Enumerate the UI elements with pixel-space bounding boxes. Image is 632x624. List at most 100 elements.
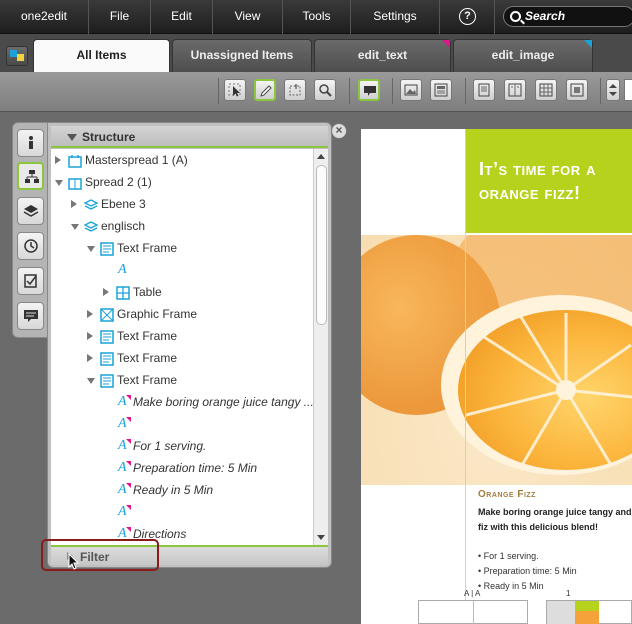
tree-row[interactable]: Masterspread 1 (A) [51, 149, 313, 171]
collapsed-triangle-icon[interactable] [87, 332, 93, 340]
image-view-button[interactable] [400, 79, 422, 101]
fit-icon [570, 83, 584, 97]
search-label: Search [525, 9, 566, 23]
app-menu[interactable]: one2edit [0, 0, 89, 34]
recipe-bullet: • For 1 serving. [478, 551, 539, 561]
menu-file[interactable]: File [89, 0, 151, 34]
menu-view[interactable]: View [213, 0, 283, 34]
zoom-tool-button[interactable] [314, 79, 336, 101]
history-panel-button[interactable] [17, 232, 44, 260]
tree-row[interactable]: A Make boring orange juice tangy ... [51, 391, 313, 413]
scroll-down-icon[interactable] [317, 535, 325, 540]
spread-view-button[interactable] [504, 79, 526, 101]
tree-row[interactable]: Ebene 3 [51, 193, 313, 215]
tab-unassigned-items[interactable]: Unassigned Items [172, 39, 312, 72]
thumbnail-masterspread[interactable] [418, 600, 528, 624]
tab-bar: All Items Unassigned Items edit_text edi… [0, 34, 632, 72]
edit-tool-button[interactable] [254, 79, 276, 101]
structure-panel-button[interactable] [17, 162, 44, 190]
tab-edit-image[interactable]: edit_image [453, 39, 593, 72]
thumbnail-label: A | A [464, 589, 481, 598]
text-icon: A [118, 457, 131, 479]
tasks-panel-button[interactable] [17, 267, 44, 295]
tree-row[interactable]: A [51, 501, 313, 523]
frame-select-icon [289, 84, 301, 96]
tree-row[interactable]: Spread 2 (1) [51, 171, 313, 193]
headline-line-2: orange fizz! [479, 183, 581, 203]
close-panel-icon[interactable]: × [331, 123, 347, 139]
expanded-triangle-icon[interactable] [87, 246, 95, 252]
comment-icon [24, 310, 38, 322]
tree-row[interactable]: A For 1 serving. [51, 435, 313, 457]
menu-edit[interactable]: Edit [151, 0, 213, 34]
tab-edit-text-label: edit_text [357, 48, 408, 62]
tree-row[interactable]: Graphic Frame [51, 303, 313, 325]
tree-row[interactable]: Text Frame [51, 347, 313, 369]
toolbar-divider [600, 78, 601, 104]
layout-icon [434, 83, 448, 97]
tree-row[interactable]: Text Frame [51, 325, 313, 347]
tree-row-label: Table [133, 285, 162, 299]
recipe-bullet: • Ready in 5 Min [478, 581, 544, 591]
help-menu[interactable]: ? [440, 0, 495, 34]
help-icon[interactable]: ? [459, 8, 476, 25]
tab-edit-text[interactable]: edit_text [314, 39, 451, 72]
text-frame-icon [100, 373, 114, 388]
tree-row[interactable]: A Preparation time: 5 Min [51, 457, 313, 479]
menu-settings[interactable]: Settings [351, 0, 440, 34]
single-page-button[interactable] [473, 79, 495, 101]
headline: It’s time for a orange fizz! [479, 157, 632, 205]
frame-tool-button[interactable] [284, 79, 306, 101]
table-icon [116, 285, 130, 300]
comment-tool-button[interactable] [358, 79, 380, 101]
tree-row[interactable]: Text Frame [51, 369, 313, 391]
layout-view-button[interactable] [430, 79, 452, 101]
tab-marker-icon [584, 40, 592, 48]
structure-title: Structure [82, 130, 136, 144]
tree-row[interactable]: Table [51, 281, 313, 303]
tree-row-label: For 1 serving. [133, 439, 207, 453]
workspace-icon[interactable] [6, 46, 28, 66]
menu-tools[interactable]: Tools [283, 0, 351, 34]
document-preview[interactable]: It’s time for a orange fizz! Orange Fizz… [361, 129, 632, 624]
orange-image [361, 235, 632, 603]
tree-scrollbar[interactable] [313, 149, 328, 545]
toolbar [0, 72, 632, 112]
scroll-up-icon[interactable] [317, 154, 325, 159]
tree-row[interactable]: A Ready in 5 Min [51, 479, 313, 501]
structure-panel: Structure Masterspread 1 (A) Spread 2 (1)… [47, 122, 332, 568]
zoom-input[interactable] [624, 79, 632, 101]
zoom-stepper[interactable] [606, 79, 620, 101]
layers-panel-button[interactable] [17, 197, 44, 225]
tree-row-label: englisch [101, 219, 146, 233]
expanded-triangle-icon[interactable] [71, 224, 79, 230]
tab-all-items[interactable]: All Items [33, 39, 170, 72]
search-icon [510, 11, 521, 22]
thumbnail-spread[interactable] [546, 600, 632, 624]
expanded-triangle-icon[interactable] [55, 180, 63, 186]
expanded-triangle-icon[interactable] [87, 378, 95, 384]
info-panel-button[interactable] [17, 129, 44, 157]
collapsed-triangle-icon[interactable] [103, 288, 109, 296]
tree-row[interactable]: A [51, 259, 313, 281]
fit-view-button[interactable] [566, 79, 588, 101]
spread-view-icon [508, 83, 522, 97]
toolbar-divider [465, 78, 466, 104]
comments-panel-button[interactable] [17, 302, 44, 330]
tree-row[interactable]: A [51, 413, 313, 435]
collapsed-triangle-icon[interactable] [55, 156, 61, 164]
selection-tool-button[interactable] [224, 79, 246, 101]
tree-row[interactable]: englisch [51, 215, 313, 237]
recipe-subheading: Orange Fizz [478, 489, 536, 500]
tree-row-label: Text Frame [117, 329, 178, 343]
grid-view-button[interactable] [535, 79, 557, 101]
tree-row[interactable]: Text Frame [51, 237, 313, 259]
collapsed-triangle-icon[interactable] [71, 200, 77, 208]
collapsed-triangle-icon[interactable] [87, 354, 93, 362]
scroll-thumb[interactable] [316, 165, 327, 325]
toolbar-divider [392, 78, 393, 104]
comment-icon [364, 86, 376, 96]
search-field[interactable]: Search [503, 6, 632, 27]
structure-panel-header[interactable]: Structure [51, 126, 328, 148]
collapsed-triangle-icon[interactable] [87, 310, 93, 318]
